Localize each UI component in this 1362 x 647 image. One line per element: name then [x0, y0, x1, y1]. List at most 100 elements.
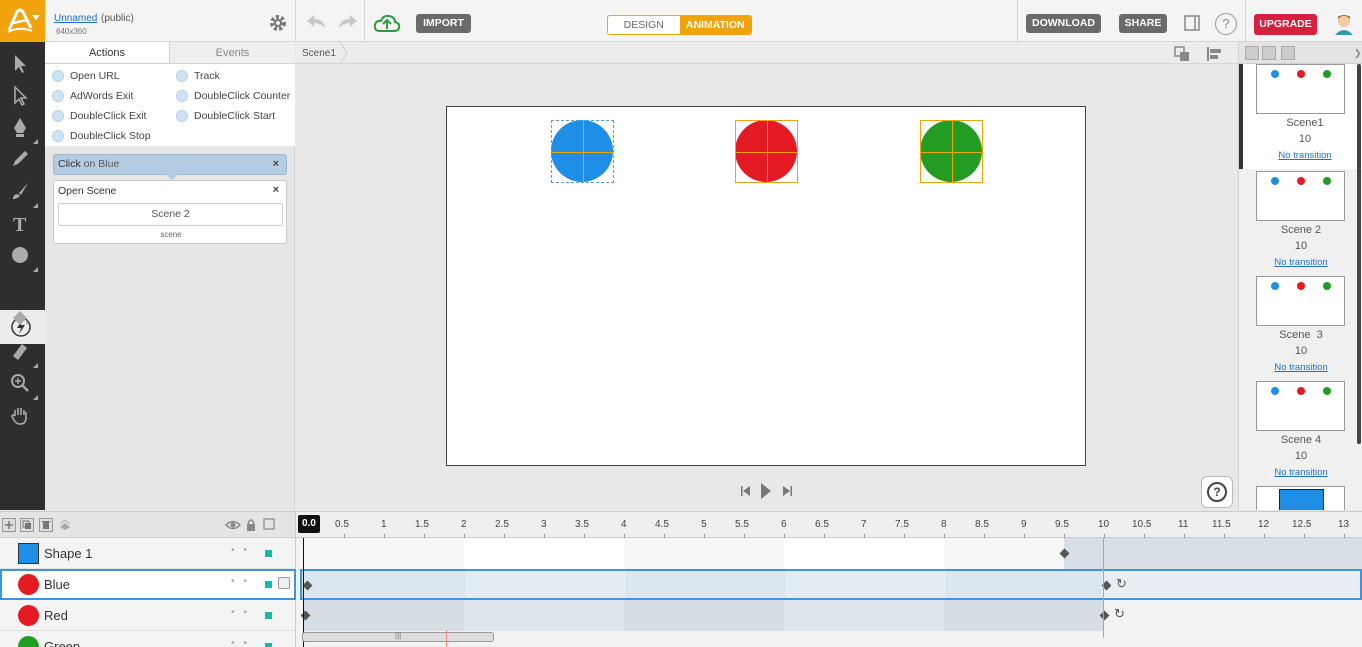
- ruler-tick-label: 10: [1098, 519, 1110, 530]
- scene-card[interactable]: Scene 3 10 No transition: [1239, 276, 1362, 381]
- add-layer-icon[interactable]: [2, 518, 16, 532]
- time-ruler[interactable]: 0.5 1 1.5 2 2.5 3 3.5 4 4.5 5 5.5 6 6.5 7 7.5 8 8.5 9 9.5 1…: [296, 512, 1362, 538]
- keyframe[interactable]: [302, 580, 313, 591]
- keyframe[interactable]: [1099, 610, 1110, 621]
- zoom-tool-icon[interactable]: [9, 372, 38, 400]
- app-logo-menu[interactable]: [0, 0, 45, 42]
- action-close-icon[interactable]: ×: [273, 184, 279, 196]
- track-shape1[interactable]: [304, 538, 1362, 569]
- stage-canvas[interactable]: [446, 106, 1086, 466]
- tab-events[interactable]: Events: [170, 42, 295, 63]
- layers-header: [0, 512, 296, 538]
- animation-mode-button[interactable]: ANIMATION: [679, 16, 751, 34]
- actions-panel: Actions Events Open URL Track AdWords Ex…: [45, 42, 295, 510]
- duplicate-scene-icon[interactable]: [1262, 46, 1276, 60]
- arrange-icon[interactable]: [1174, 46, 1190, 65]
- action-label: Open URL: [70, 70, 120, 82]
- action-track[interactable]: Track: [176, 69, 220, 83]
- lock-icon[interactable]: [245, 518, 259, 532]
- action-adwords-exit[interactable]: AdWords Exit: [52, 89, 133, 103]
- scene-select-field[interactable]: Scene 2: [58, 203, 283, 226]
- layer-row[interactable]: Green ••: [0, 631, 296, 647]
- align-icon[interactable]: [1206, 46, 1222, 65]
- track-red[interactable]: ↻: [300, 600, 1125, 631]
- library-icon[interactable]: [1183, 14, 1201, 35]
- select-tool-icon[interactable]: [9, 52, 31, 74]
- collapse-panel-icon[interactable]: ❯: [1354, 48, 1362, 59]
- share-button[interactable]: SHARE: [1119, 14, 1167, 33]
- ruler-tick-label: 7.5: [895, 519, 909, 530]
- event-close-icon[interactable]: ×: [273, 155, 279, 174]
- playhead-time[interactable]: 0.0: [298, 515, 320, 533]
- upgrade-button[interactable]: UPGRADE: [1254, 14, 1317, 35]
- user-avatar[interactable]: [1333, 13, 1355, 38]
- direct-select-tool-icon[interactable]: [9, 84, 31, 107]
- help-icon[interactable]: ?: [1215, 13, 1237, 35]
- stage-help-button[interactable]: ?: [1201, 476, 1233, 508]
- scene-card[interactable]: [1239, 486, 1362, 510]
- ruler-tick-label: 0.5: [335, 519, 349, 530]
- ruler-tick-label: 3: [541, 519, 547, 530]
- pen-tool-icon[interactable]: [9, 116, 38, 144]
- action-doubleclick-counter[interactable]: DoubleClick Counter: [176, 89, 290, 103]
- layer-toggle-dots[interactable]: ••: [231, 638, 256, 647]
- shape-tool-icon[interactable]: [9, 244, 38, 272]
- layer-toggle-dots[interactable]: ••: [231, 576, 256, 587]
- scene-transition-link[interactable]: No transition: [1239, 257, 1362, 268]
- delete-scene-icon[interactable]: [1281, 46, 1295, 60]
- scene-end-marker[interactable]: [1103, 538, 1104, 638]
- scene-transition-link[interactable]: No transition: [1239, 467, 1362, 478]
- layer-row[interactable]: Red ••: [0, 600, 296, 631]
- skip-back-icon[interactable]: [741, 486, 750, 496]
- layer-options-icon[interactable]: [58, 518, 72, 532]
- action-open-url[interactable]: Open URL: [52, 69, 120, 83]
- layer-row[interactable]: Blue ••: [0, 569, 296, 600]
- undo-icon[interactable]: [304, 12, 328, 35]
- eraser-tool-icon[interactable]: [9, 340, 38, 368]
- scene-card[interactable]: Scene 2 10 No transition: [1239, 171, 1362, 276]
- hand-tool-icon[interactable]: [9, 404, 31, 426]
- duplicate-layer-icon[interactable]: [20, 518, 34, 532]
- redo-icon[interactable]: [336, 12, 360, 35]
- layer-dropdown-icon[interactable]: [278, 577, 290, 589]
- track-blue[interactable]: ↻: [300, 569, 1362, 600]
- pencil-tool-icon[interactable]: [9, 148, 31, 170]
- import-button[interactable]: IMPORT: [416, 14, 471, 33]
- breadcrumb-scene[interactable]: Scene1: [302, 48, 336, 59]
- skip-forward-icon[interactable]: [783, 486, 792, 496]
- brush-tool-icon[interactable]: [9, 180, 38, 208]
- download-button[interactable]: DOWNLOAD: [1026, 14, 1101, 33]
- visibility-eye-icon[interactable]: [224, 518, 242, 532]
- project-name-link[interactable]: Unnamed: [54, 13, 97, 24]
- svg-text:T: T: [13, 214, 27, 234]
- action-doubleclick-exit[interactable]: DoubleClick Exit: [52, 109, 146, 123]
- delete-layer-icon[interactable]: [39, 518, 53, 532]
- action-doubleclick-start[interactable]: DoubleClick Start: [176, 109, 275, 123]
- scene-card[interactable]: Scene1 10 No transition: [1239, 64, 1362, 169]
- layer-toggle-dots[interactable]: ••: [231, 607, 256, 618]
- paint-bucket-icon[interactable]: [9, 308, 31, 330]
- outline-icon[interactable]: [263, 518, 277, 532]
- layer-name: Shape 1: [44, 546, 93, 561]
- design-mode-button[interactable]: DESIGN: [608, 16, 680, 34]
- scene-transition-link[interactable]: No transition: [1239, 362, 1362, 373]
- layer-row[interactable]: Shape 1 ••: [0, 538, 296, 569]
- action-doubleclick-stop[interactable]: DoubleClick Stop: [52, 129, 151, 143]
- layer-toggle-dots[interactable]: ••: [231, 545, 256, 556]
- scene-card[interactable]: Scene 4 10 No transition: [1239, 381, 1362, 486]
- loop-icon[interactable]: ↻: [1116, 576, 1127, 592]
- add-scene-icon[interactable]: [1245, 46, 1259, 60]
- top-bar: Unnamed (public) 640x360 IMPORT DESIGN A…: [0, 0, 1362, 42]
- settings-gear-icon[interactable]: [268, 13, 288, 36]
- event-header[interactable]: Click on Blue ×: [53, 154, 287, 175]
- play-icon[interactable]: [761, 483, 771, 499]
- ruler-tick-label: 10.5: [1132, 519, 1152, 530]
- scenes-scrollbar[interactable]: [1357, 64, 1361, 444]
- loop-icon[interactable]: ↻: [1114, 606, 1125, 622]
- action-dot-icon: [52, 90, 64, 102]
- tab-actions[interactable]: Actions: [45, 42, 170, 63]
- scene-transition-link[interactable]: No transition: [1243, 150, 1362, 161]
- cloud-upload-icon[interactable]: [373, 12, 401, 37]
- timeline-scrollbar[interactable]: |||: [302, 631, 494, 642]
- text-tool-icon[interactable]: T: [9, 212, 31, 236]
